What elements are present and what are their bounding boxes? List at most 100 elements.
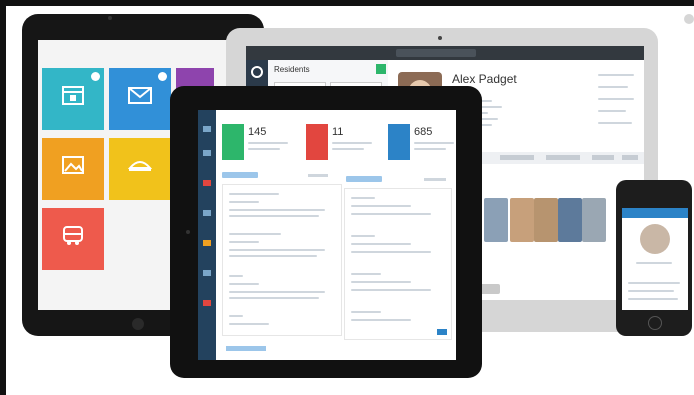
activities-toggle-icon[interactable]	[437, 329, 447, 335]
activities-card	[344, 188, 452, 340]
back-tablet-home-button	[132, 318, 144, 330]
activities-view-all[interactable]	[424, 178, 446, 181]
activity-line	[351, 251, 431, 253]
action-item[interactable]	[598, 74, 634, 76]
phone-detail-line	[628, 282, 680, 284]
footer-link[interactable]	[226, 346, 266, 351]
food-icon	[127, 161, 153, 171]
reminders-card	[222, 184, 342, 336]
envelope-icon	[128, 87, 152, 104]
gallery-photo[interactable]	[510, 198, 534, 242]
notification-badge	[158, 72, 167, 81]
activity-line	[351, 311, 381, 313]
activity-line	[351, 273, 381, 275]
activity-line	[351, 243, 411, 245]
reminder-line	[229, 193, 279, 195]
sidebar-icon[interactable]	[203, 210, 211, 216]
reminder-line	[229, 209, 325, 211]
reminders-view-all[interactable]	[308, 174, 328, 177]
tile-gallery[interactable]	[42, 138, 104, 200]
sidebar-icon[interactable]	[203, 150, 211, 156]
reminder-line	[229, 201, 259, 203]
front-tablet-sidebar	[198, 110, 216, 360]
phone-detail-line	[628, 290, 674, 292]
sidebar-icon[interactable]	[203, 270, 211, 276]
tab-item[interactable]	[622, 155, 638, 160]
stat-caption-line	[248, 148, 280, 150]
gallery-photo[interactable]	[558, 198, 582, 242]
phone-name-line	[636, 262, 672, 264]
stat-caption-line	[414, 142, 454, 144]
stat-alerts: 11	[306, 124, 376, 164]
reminder-line	[229, 323, 269, 325]
phone-home-button[interactable]	[648, 316, 662, 330]
stat-value: 11	[332, 126, 344, 138]
gallery-photo[interactable]	[534, 198, 558, 242]
resident-name: Alex Padget	[452, 72, 517, 86]
tab-item[interactable]	[546, 155, 580, 160]
laptop-search-box[interactable]	[396, 49, 476, 57]
activity-line	[351, 197, 375, 199]
phone-detail-line	[628, 298, 678, 300]
tab-item[interactable]	[592, 155, 614, 160]
action-item[interactable]	[598, 86, 628, 88]
tile-transport[interactable]	[42, 208, 104, 270]
tile-dining[interactable]	[109, 138, 171, 200]
back-tablet-camera	[108, 16, 112, 20]
reminder-line	[229, 233, 281, 235]
sidebar-icon[interactable]	[203, 240, 211, 246]
laptop-camera	[438, 36, 442, 40]
activity-line	[351, 213, 431, 215]
reminders-section-title	[222, 172, 258, 178]
activity-line	[351, 205, 411, 207]
reminder-line	[229, 241, 259, 243]
tile-messages[interactable]	[109, 68, 171, 130]
reminder-line	[229, 215, 319, 217]
reminder-line	[229, 275, 243, 277]
activity-line	[351, 235, 375, 237]
tile-calendar[interactable]	[42, 68, 104, 130]
stat-residents: 145	[222, 124, 292, 164]
calendar-icon	[62, 86, 84, 105]
power-icon[interactable]	[251, 66, 263, 78]
gallery-photo[interactable]	[582, 198, 606, 242]
phone-resident-avatar	[640, 224, 670, 254]
profile-actions	[598, 68, 640, 138]
alerts-stat-icon	[306, 124, 328, 160]
phone-app-header	[622, 208, 688, 218]
action-item[interactable]	[598, 98, 634, 100]
activities-section-title	[346, 176, 382, 182]
sidebar-icon[interactable]	[203, 180, 211, 186]
front-tablet-camera	[186, 230, 190, 234]
action-item[interactable]	[598, 122, 632, 124]
stat-caption-line	[332, 148, 364, 150]
reminder-line	[229, 283, 259, 285]
reminder-line	[229, 315, 243, 317]
stat-caption-line	[414, 148, 446, 150]
corner-decoration	[684, 14, 694, 24]
residents-stat-icon	[222, 124, 244, 160]
messages-stat-icon	[388, 124, 410, 160]
gallery-photo[interactable]	[484, 198, 508, 242]
profile-tabs	[460, 152, 644, 164]
activity-line	[351, 319, 411, 321]
stat-messages: 685	[388, 124, 458, 164]
reminder-line	[229, 255, 317, 257]
notification-badge	[91, 72, 100, 81]
stat-caption-line	[248, 142, 288, 144]
sidebar-icon[interactable]	[203, 300, 211, 306]
bus-icon	[63, 226, 83, 245]
action-item[interactable]	[598, 110, 626, 112]
stat-value: 685	[414, 126, 433, 138]
reminder-line	[229, 249, 325, 251]
image-icon	[62, 156, 84, 174]
stat-value: 145	[248, 126, 267, 138]
activity-line	[351, 289, 431, 291]
tab-item[interactable]	[500, 155, 534, 160]
residents-title: Residents	[274, 65, 310, 74]
add-resident-button[interactable]	[376, 64, 386, 74]
activity-line	[351, 281, 411, 283]
reminder-line	[229, 291, 325, 293]
stat-caption-line	[332, 142, 372, 144]
sidebar-icon[interactable]	[203, 126, 211, 132]
